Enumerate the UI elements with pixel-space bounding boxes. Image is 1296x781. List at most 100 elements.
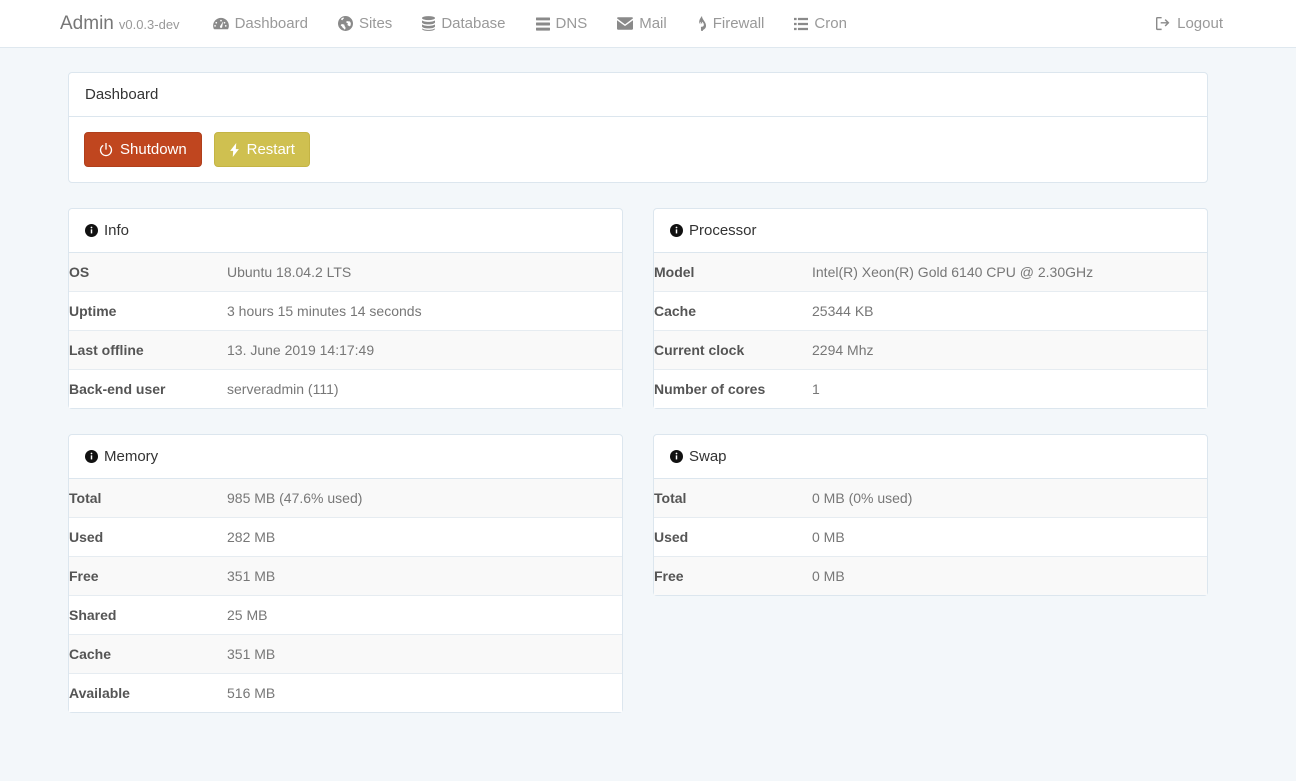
table-row: Used 0 MB <box>654 517 1207 557</box>
row-key: Available <box>69 685 130 701</box>
nav-mail-label: Mail <box>639 15 667 32</box>
tachometer-icon <box>212 17 229 31</box>
row-key: Last offline <box>69 342 144 358</box>
table-row: Current clock 2294 Mhz <box>654 330 1207 370</box>
row-key: Uptime <box>69 303 117 319</box>
row-value: 2294 Mhz <box>812 342 874 358</box>
nav-dns-label: DNS <box>555 15 588 32</box>
panel-row-1: Info OS Ubuntu 18.04.2 LTS Uptime 3 hours 1… <box>68 208 1228 434</box>
nav-logout[interactable]: Logout <box>1141 0 1238 48</box>
dashboard-panel-body: Shutdown Restart <box>69 117 1207 182</box>
row-value: 13. June 2019 14:17:49 <box>227 342 375 358</box>
row-key: Total <box>69 490 102 506</box>
row-value: Ubuntu 18.04.2 LTS <box>227 264 352 280</box>
nav-right: Logout <box>1141 0 1238 48</box>
swap-panel: Swap Total 0 MB (0% used) Used 0 MB Free 0 MB <box>653 434 1208 596</box>
table-row: Number of cores 1 <box>654 369 1207 408</box>
server-icon <box>535 16 550 31</box>
info-panel: Info OS Ubuntu 18.04.2 LTS Uptime 3 hours 1… <box>68 208 623 409</box>
top-navbar: Admin v0.0.3-dev Dashboard Sites Database D… <box>0 0 1296 48</box>
info-panel-heading: Info <box>69 209 622 253</box>
swap-table: Total 0 MB (0% used) Used 0 MB Free 0 MB <box>654 479 1207 595</box>
nav-dns[interactable]: DNS <box>521 0 603 48</box>
shutdown-button[interactable]: Shutdown <box>84 132 202 167</box>
table-row: Available 516 MB <box>69 673 622 712</box>
globe-icon <box>337 16 353 31</box>
restart-button[interactable]: Restart <box>213 132 310 167</box>
fire-icon <box>697 16 707 31</box>
page-title: Dashboard <box>85 86 159 103</box>
table-row: Model Intel(R) Xeon(R) Gold 6140 CPU @ 2.… <box>654 253 1207 292</box>
row-key: Free <box>654 568 684 584</box>
table-row: Uptime 3 hours 15 minutes 14 seconds <box>69 291 622 331</box>
row-key: Shared <box>69 607 117 623</box>
memory-panel-heading: Memory <box>69 435 622 479</box>
nav-cron-label: Cron <box>814 15 847 32</box>
table-row: Total 0 MB (0% used) <box>654 479 1207 518</box>
swap-panel-heading: Swap <box>654 435 1207 479</box>
row-value: serveradmin (111) <box>227 381 339 397</box>
row-key: Number of cores <box>654 381 766 397</box>
processor-panel-heading: Processor <box>654 209 1207 253</box>
table-row: Cache 25344 KB <box>654 291 1207 331</box>
restart-button-label: Restart <box>246 141 295 158</box>
row-value: Intel(R) Xeon(R) Gold 6140 CPU @ 2.30GHz <box>812 264 1094 280</box>
sign-out-icon <box>1156 16 1171 31</box>
brand-name: Admin <box>60 12 114 34</box>
main-container: Dashboard Shutdown Restart Info OS Ubunt… <box>68 48 1228 738</box>
nav-database[interactable]: Database <box>407 0 520 48</box>
brand-version: v0.0.3-dev <box>118 16 180 32</box>
row-value: 985 MB (47.6% used) <box>227 490 363 506</box>
envelope-icon <box>617 17 634 30</box>
bolt-icon <box>229 142 240 157</box>
table-row: Cache 351 MB <box>69 634 622 674</box>
nav-items: Dashboard Sites Database DNS Mail Firewall Cro… <box>198 0 862 48</box>
panel-col-right-2: Swap Total 0 MB (0% used) Used 0 MB Free 0 MB <box>653 434 1208 738</box>
table-row: Last offline 13. June 2019 14:17:49 <box>69 330 622 370</box>
table-row: Back-end user serveradmin (111) <box>69 369 622 408</box>
row-key: Cache <box>69 646 112 662</box>
info-table: OS Ubuntu 18.04.2 LTS Uptime 3 hours 15 min… <box>69 253 622 408</box>
nav-dashboard[interactable]: Dashboard <box>198 0 323 48</box>
row-key: Current clock <box>654 342 745 358</box>
row-key: OS <box>69 264 90 280</box>
nav-dashboard-label: Dashboard <box>234 15 308 32</box>
panel-col-left-2: Memory Total 985 MB (47.6% used) Used 282 M… <box>68 434 623 738</box>
row-key: Used <box>69 529 104 545</box>
info-circle-icon <box>670 450 683 463</box>
nav-firewall-label: Firewall <box>712 15 765 32</box>
panel-col-right-1: Processor Model Intel(R) Xeon(R) Gold 614… <box>653 208 1208 434</box>
list-icon <box>794 17 809 31</box>
nav-cron[interactable]: Cron <box>779 0 862 48</box>
info-circle-icon <box>85 450 98 463</box>
processor-panel-title: Processor <box>689 222 757 239</box>
row-key: Free <box>69 568 99 584</box>
processor-table: Model Intel(R) Xeon(R) Gold 6140 CPU @ 2.… <box>654 253 1207 408</box>
swap-panel-title: Swap <box>689 448 727 465</box>
row-value: 282 MB <box>227 529 276 545</box>
info-circle-icon <box>85 224 98 237</box>
row-key: Cache <box>654 303 697 319</box>
nav-mail[interactable]: Mail <box>602 0 682 48</box>
brand-link[interactable]: Admin v0.0.3-dev <box>60 13 180 35</box>
table-row: Used 282 MB <box>69 517 622 557</box>
memory-panel: Memory Total 985 MB (47.6% used) Used 282 M… <box>68 434 623 713</box>
panel-col-left-1: Info OS Ubuntu 18.04.2 LTS Uptime 3 hours 1… <box>68 208 623 434</box>
nav-firewall[interactable]: Firewall <box>682 0 780 48</box>
info-circle-icon <box>670 224 683 237</box>
memory-table: Total 985 MB (47.6% used) Used 282 MB Free 35… <box>69 479 622 712</box>
table-row: Free 351 MB <box>69 556 622 596</box>
row-value: 516 MB <box>227 685 276 701</box>
table-row: Free 0 MB <box>654 556 1207 595</box>
dashboard-panel: Dashboard Shutdown Restart <box>68 72 1208 183</box>
info-panel-title: Info <box>104 222 130 239</box>
table-row: OS Ubuntu 18.04.2 LTS <box>69 253 622 292</box>
nav-sites[interactable]: Sites <box>323 0 407 48</box>
power-off-icon <box>99 142 113 157</box>
row-value: 351 MB <box>227 568 276 584</box>
nav-logout-label: Logout <box>1177 15 1223 32</box>
row-key: Total <box>654 490 687 506</box>
dashboard-panel-heading: Dashboard <box>69 73 1207 117</box>
memory-panel-title: Memory <box>104 448 159 465</box>
row-value: 25344 KB <box>812 303 874 319</box>
